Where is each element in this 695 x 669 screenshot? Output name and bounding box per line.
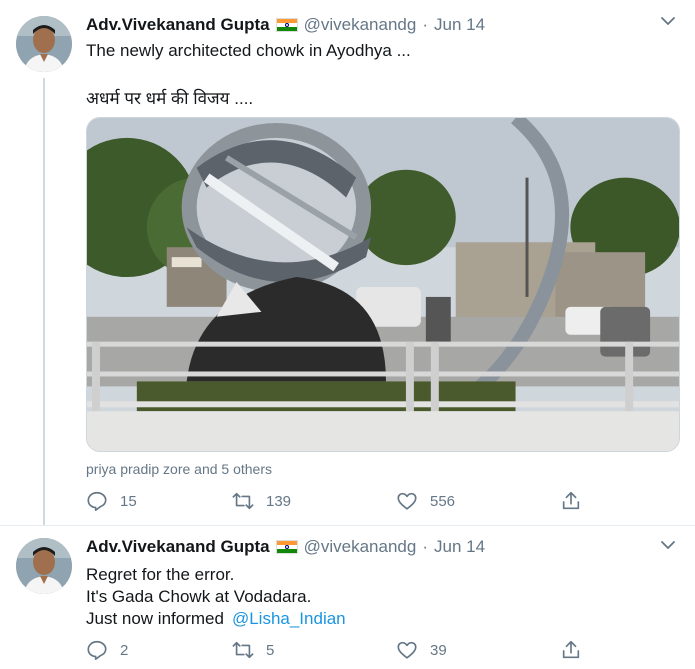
india-flag-icon [275, 540, 298, 554]
like-count: 39 [430, 641, 447, 659]
tweet-header: Adv.Vivekanand Gupta @vivekanandg · Jun … [86, 536, 485, 558]
share-button[interactable] [560, 639, 600, 661]
retweet-icon [232, 641, 254, 659]
reply-button[interactable]: 15 [86, 490, 232, 512]
timestamp[interactable]: Jun 14 [434, 537, 485, 557]
handle[interactable]: @vivekanandg [304, 537, 417, 557]
tweet-text-line: Regret for the error. [86, 565, 235, 584]
retweet-count: 5 [266, 641, 275, 659]
tweet-2[interactable]: Adv.Vivekanand Gupta @vivekanandg · Jun … [0, 525, 695, 669]
india-flag-icon [275, 18, 298, 32]
retweet-icon [232, 492, 254, 510]
mention-link[interactable]: @Lisha_Indian [232, 609, 346, 628]
timestamp[interactable]: Jun 14 [434, 15, 485, 35]
display-name[interactable]: Adv.Vivekanand Gupta [86, 15, 270, 35]
like-count: 556 [430, 492, 456, 510]
tweet-text-hindi: अधर्म पर धर्म की विजय .... [86, 89, 254, 108]
tweet-photo[interactable] [86, 117, 680, 452]
tweet-text: Regret for the error. It's Gada Chowk at… [86, 564, 346, 630]
retweet-button[interactable]: 139 [232, 490, 396, 512]
tweet-actions: 15 139 556 [86, 490, 606, 512]
retweet-button[interactable]: 5 [232, 639, 396, 661]
liked-by-text[interactable]: priya pradip zore and 5 others [86, 461, 272, 477]
share-button[interactable] [560, 490, 600, 512]
reply-count: 15 [120, 492, 137, 510]
share-icon [562, 491, 580, 510]
tweet-text: The newly architected chowk in Ayodhya .… [86, 41, 411, 60]
tweet-text-line: Just now informed @Lisha_Indian [86, 608, 346, 630]
avatar[interactable] [16, 538, 72, 594]
avatar[interactable] [16, 16, 72, 72]
retweet-count: 139 [266, 492, 292, 510]
reply-icon [87, 640, 107, 660]
heart-icon [397, 641, 417, 659]
tweet-1[interactable]: Adv.Vivekanand Gupta @vivekanandg · Jun … [0, 0, 695, 525]
tweet-text-line: It's Gada Chowk at Vodadara. [86, 587, 312, 606]
heart-icon [397, 492, 417, 510]
reply-icon [87, 491, 107, 511]
reply-button[interactable]: 2 [86, 639, 232, 661]
tweet-actions: 2 5 39 [86, 639, 606, 661]
share-icon [562, 640, 580, 659]
chevron-down-icon[interactable] [659, 536, 677, 554]
tweet-header: Adv.Vivekanand Gupta @vivekanandg · Jun … [86, 14, 485, 36]
chevron-down-icon[interactable] [659, 12, 677, 30]
handle[interactable]: @vivekanandg [304, 15, 417, 35]
thread-connector-line [43, 78, 45, 525]
display-name[interactable]: Adv.Vivekanand Gupta [86, 537, 270, 557]
reply-count: 2 [120, 641, 129, 659]
like-button[interactable]: 556 [396, 490, 560, 512]
separator-dot: · [422, 537, 428, 556]
tweet-text-segment: Just now informed [86, 609, 224, 628]
like-button[interactable]: 39 [396, 639, 560, 661]
separator-dot: · [422, 15, 428, 34]
